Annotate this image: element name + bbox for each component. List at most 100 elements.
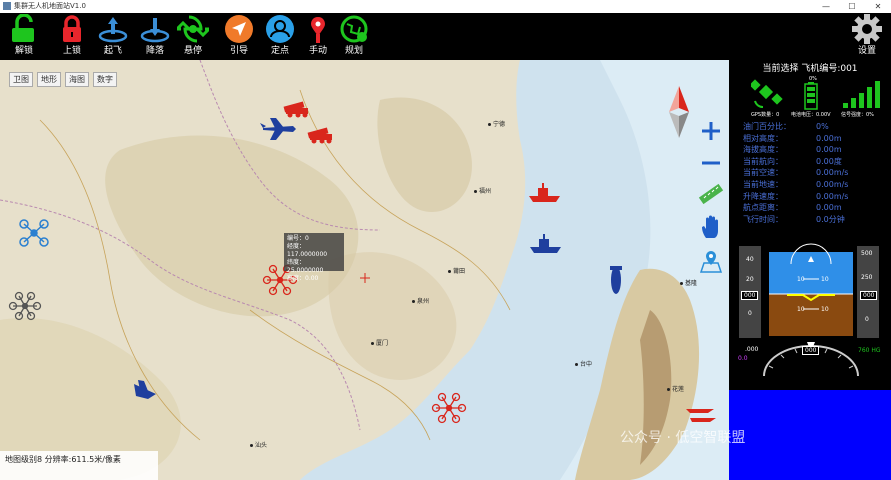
guide-button[interactable]: 引导 [221,14,257,60]
battery-icon [804,82,818,110]
landing-button[interactable]: 降落 [137,14,173,60]
pitch-label: 10 [821,276,829,283]
plan-icon [340,15,368,43]
takeoff-button[interactable]: 起飞 [95,14,131,60]
lock-label: 上锁 [62,46,81,56]
fixed-point-label: 定点 [270,46,289,56]
plus-icon [702,122,720,140]
telemetry-list: 油门百分比： 0% 相对高度： 0.00m 海拔高度： 0.00m 当前航向： 0.00… [743,121,883,225]
landing-icon [140,18,170,43]
manual-button[interactable]: 手动 [300,14,336,60]
hover-label: 悬停 [183,46,202,56]
toolbar: 解锁 上锁 起飞 降落 悬停 引导 定点 手动 规划 设置 [0,13,891,60]
watermark: 公众号 · 低空智联盟 [620,430,746,446]
city-label: 基隆 [680,278,697,287]
altitude-tick: 0 [865,316,869,323]
landing-label: 降落 [145,46,164,56]
lock-button[interactable]: 上锁 [54,14,90,60]
telemetry-panel: 当前选择 飞机编号:001 0% GPS数量：0 电池电压：0.00V 信号强度… [729,60,891,480]
telemetry-row: 相对高度： 0.00m [743,133,842,143]
signal-strength-icon [843,81,880,108]
status-band [729,390,891,480]
telemetry-row: 升降速度： 0.00m/s [743,191,849,201]
vehicle-info-popup: 编号：0 经度：117.0000000 纬度：25.0000000 高度：0.0… [284,233,344,282]
pitch-label: 10 [821,306,829,313]
manual-label: 手动 [308,46,327,56]
speed-readout: 000 [741,291,759,300]
info-altitude: 高度：0.00 [287,275,319,282]
close-button[interactable]: ✕ [865,0,891,13]
tab-digital[interactable]: 数字 [93,72,117,87]
pan-hand-button[interactable] [698,214,724,240]
map-status-bar: 地图级别8 分辨率:611.5米/像素 [0,451,158,480]
speed-tick: 20 [746,276,754,283]
zoom-out-button[interactable] [698,150,724,176]
title-bar: 集群无人机地面站V1.0 — ☐ ✕ [0,0,891,14]
vertical-speed-readout: .000 [745,346,759,353]
maximize-button[interactable]: ☐ [839,0,865,13]
altitude-tick: 250 [861,274,873,281]
takeoff-label: 起飞 [103,46,122,56]
zoom-in-button[interactable] [698,118,724,144]
settings-button[interactable]: 设置 [848,14,886,60]
window-title: 集群无人机地面站V1.0 [14,2,86,10]
lock-icon [63,15,81,42]
city-label: 汕头 [250,440,267,449]
speed-tick: 40 [746,256,754,263]
selected-vehicle-label[interactable]: 当前选择 飞机编号:001 [729,61,891,74]
hover-button[interactable]: 悬停 [175,14,211,60]
unlock-label: 解锁 [14,46,33,56]
city-label: 花莲 [667,384,684,393]
map-background [0,60,729,480]
info-longitude: 经度：117.0000000 [287,243,328,258]
altitude-readout: 000 [860,291,878,300]
fixed-point-button[interactable]: 定点 [262,14,298,60]
telemetry-row: 油门百分比： 0% [743,122,829,131]
tab-terrain[interactable]: 地形 [37,72,61,87]
guide-label: 引导 [229,46,248,56]
settings-label: 设置 [857,46,876,56]
telemetry-row: 航点距离： 0.00m [743,203,842,213]
guide-icon [225,15,253,43]
altitude-tick: 500 [861,250,873,257]
app-icon [3,2,11,10]
compass-icon[interactable] [666,84,692,140]
telemetry-row: 海拔高度： 0.00m [743,145,842,155]
city-label: 台中 [575,359,592,368]
heading-readout: 000 [802,346,820,355]
gear-icon [852,14,882,44]
telemetry-row: 当前空速： 0.00m/s [743,168,849,178]
telemetry-row: 当前航向： 0.00度 [743,156,842,166]
map-view[interactable]: 卫图 地形 海图 数字 宁德 福州 莆田 泉州 厦门 台中 花莲 基隆 汕头 编… [0,60,729,480]
telemetry-row: 飞行时间： 0.0分钟 [743,214,845,224]
city-label: 厦门 [371,338,388,347]
locate-map-button[interactable] [698,248,724,274]
plan-button[interactable]: 规划 [336,14,372,60]
unlock-icon [12,14,34,42]
info-id: 编号：0 [287,235,309,242]
measure-ruler-button[interactable] [698,181,724,207]
info-latitude: 纬度：25.0000000 [287,259,324,274]
plan-label: 规划 [344,46,363,56]
speed-tick: 0 [748,310,752,317]
hand-icon [702,215,718,238]
gps-count-label: GPS数量：0 [751,112,780,118]
city-label: 宁德 [488,119,505,128]
city-label: 莆田 [448,266,465,275]
tab-satellite[interactable]: 卫图 [9,72,33,87]
minimize-button[interactable]: — [813,0,839,13]
tab-nautical[interactable]: 海图 [65,72,89,87]
manual-icon [311,17,325,43]
takeoff-icon [98,17,128,43]
pitch-label: 10 [797,306,805,313]
altimeter-setting: 760 HG [858,347,881,354]
pitch-label: 10 [797,276,805,283]
gps-satellite-icon [751,79,783,108]
map-layer-tabs: 卫图 地形 海图 数字 [9,67,121,87]
unlock-button[interactable]: 解锁 [6,14,42,60]
telemetry-row: 当前地速： 0.00m/s [743,179,849,189]
battery-voltage-label: 电池电压：0.00V [791,112,831,118]
flight-mode-readout: 0.0 [738,355,748,362]
city-label: 福州 [474,186,491,195]
map-pin-icon [699,251,723,273]
